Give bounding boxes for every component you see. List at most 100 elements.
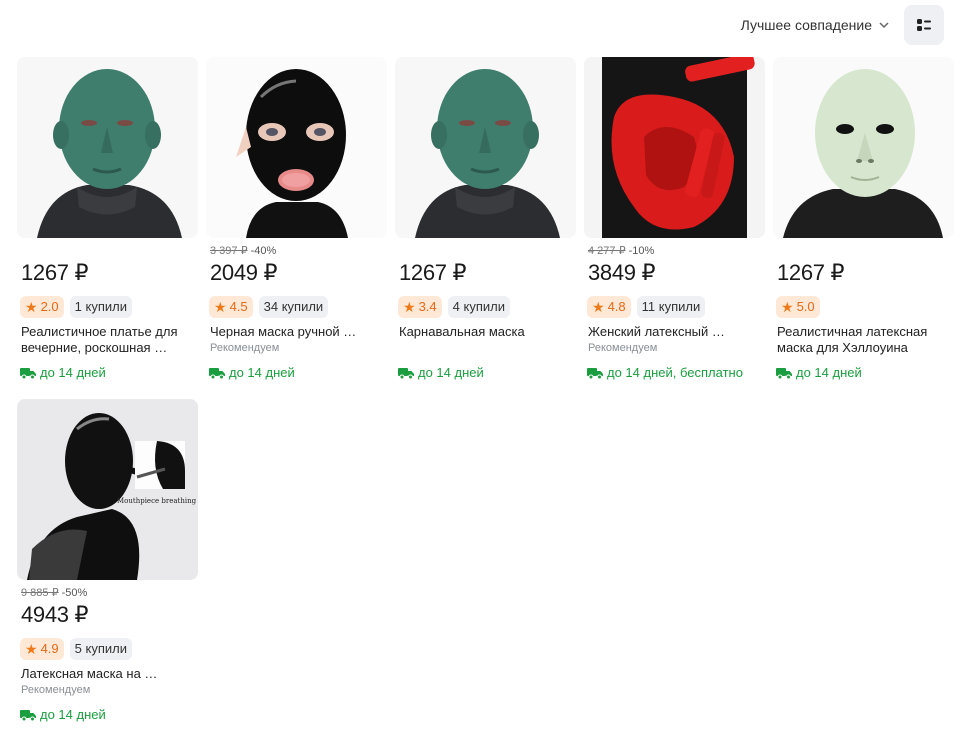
star-icon: ★ — [403, 299, 416, 315]
rating-value: 3.4 — [418, 299, 437, 314]
rating-value: 4.5 — [229, 299, 248, 314]
black-latex-hood-image — [206, 57, 387, 238]
delivery-text: до 14 дней — [229, 365, 295, 380]
black-hood-breathing-tube-image — [17, 399, 198, 580]
star-icon: ★ — [25, 299, 38, 315]
product-title[interactable]: Женский латексный … — [588, 324, 765, 340]
product-image[interactable] — [17, 57, 198, 238]
discount: -40% — [250, 245, 277, 257]
product-title-wrap[interactable]: Латексная маска на … — [17, 666, 198, 682]
product-meta: ★ 2.0 1 купили — [17, 296, 198, 318]
delivery-text: до 14 дней, бесплатно — [607, 365, 743, 380]
product-price: 3849 ₽ — [588, 260, 656, 285]
price-block: 1267 ₽ — [395, 244, 576, 286]
product-meta: ★ 4.8 11 купили — [584, 296, 765, 318]
product-title-wrap[interactable]: Женский латексный … — [584, 324, 765, 340]
recommended-label: Рекомендуем — [210, 342, 280, 354]
product-title[interactable]: Реалистичная латексная маска для Хэллоуи… — [773, 324, 954, 356]
product-meta: ★ 4.9 5 купили — [17, 638, 198, 660]
product-meta: ★ 4.5 34 купили — [206, 296, 387, 318]
green-face-mask-image — [17, 57, 198, 238]
price-block: 1267 ₽ — [17, 244, 198, 286]
rating-badge: ★ 5.0 — [776, 296, 820, 318]
delivery-info: до 14 дней — [17, 707, 198, 722]
truck-icon — [398, 367, 414, 379]
purchases-badge: 1 купили — [69, 296, 132, 318]
sort-label: Лучшее совпадение — [740, 17, 872, 33]
product-image[interactable] — [206, 57, 387, 238]
recommended-label: Рекомендуем — [21, 684, 91, 696]
product-image[interactable] — [584, 57, 765, 238]
price-block: 4 277 ₽ -10% 3849 ₽ — [584, 244, 765, 286]
product-card[interactable]: 4 277 ₽ -10% 3849 ₽ ★ 4.8 11 купили Женски… — [584, 57, 765, 387]
purchases-badge: 5 купили — [69, 638, 132, 660]
delivery-text: до 14 дней — [40, 365, 106, 380]
product-card[interactable]: 1267 ₽ ★ 5.0 Реалистичная латексная маска… — [773, 57, 954, 387]
delivery-text: до 14 дней — [40, 707, 106, 722]
price-block: 9 885 ₽ -50% 4943 ₽ — [17, 586, 198, 628]
delivery-info: до 14 дней — [17, 365, 198, 380]
rating-value: 5.0 — [796, 299, 815, 314]
delivery-text: до 14 дней — [796, 365, 862, 380]
product-title-wrap[interactable]: Черная маска ручной … — [206, 324, 387, 340]
product-image[interactable]: Mouthpiece breathing tube — [17, 399, 198, 580]
product-price: 1267 ₽ — [777, 260, 845, 285]
product-price: 1267 ₽ — [21, 260, 89, 285]
recommended-label: Рекомендуем — [588, 342, 658, 354]
truck-icon — [20, 709, 36, 721]
product-price: 4943 ₽ — [21, 602, 89, 627]
product-title[interactable]: Реалистичное платье для вечерние, роскош… — [17, 324, 198, 356]
red-mouthpiece-image — [584, 57, 765, 238]
price-block: 1267 ₽ — [773, 244, 954, 286]
purchases-badge: 34 купили — [258, 296, 329, 318]
discount: -50% — [61, 587, 88, 599]
delivery-text: до 14 дней — [418, 365, 484, 380]
rating-value: 4.9 — [40, 641, 59, 656]
star-icon: ★ — [592, 299, 605, 315]
sort-bar: Лучшее совпадение — [741, 5, 944, 45]
rating-value: 4.8 — [607, 299, 626, 314]
product-grid: 1267 ₽ ★ 2.0 1 купили Реалистичное платье… — [17, 57, 954, 729]
image-caption: Mouthpiece breathing tube — [117, 497, 198, 505]
product-title[interactable]: Латексная маска на … — [21, 666, 198, 682]
rating-badge: ★ 2.0 — [20, 296, 64, 318]
product-meta: ★ 5.0 — [773, 296, 954, 318]
old-price-row: 3 397 ₽ -40% — [210, 244, 387, 258]
star-icon: ★ — [214, 299, 227, 315]
rating-value: 2.0 — [40, 299, 59, 314]
pale-face-mask-image — [773, 57, 954, 238]
star-icon: ★ — [781, 299, 794, 315]
product-image[interactable] — [773, 57, 954, 238]
purchases-badge: 4 купили — [447, 296, 510, 318]
product-title[interactable]: Карнавальная маска — [395, 324, 576, 356]
view-toggle-button[interactable] — [904, 5, 944, 45]
truck-icon — [587, 367, 603, 379]
rating-badge: ★ 4.9 — [20, 638, 64, 660]
list-view-icon — [917, 19, 931, 31]
product-title[interactable]: Черная маска ручной … — [210, 324, 387, 340]
star-icon: ★ — [25, 641, 38, 657]
chevron-down-icon — [879, 22, 889, 29]
rating-badge: ★ 3.4 — [398, 296, 442, 318]
discount: -10% — [628, 245, 655, 257]
old-price-row: 9 885 ₽ -50% — [21, 586, 198, 600]
delivery-info: до 14 дней — [206, 365, 387, 380]
product-card[interactable]: 1267 ₽ ★ 2.0 1 купили Реалистичное платье… — [17, 57, 198, 387]
purchases-badge: 11 купили — [636, 296, 706, 318]
product-card[interactable]: Mouthpiece breathing tube 9 885 ₽-50% 49… — [17, 399, 198, 729]
delivery-info: до 14 дней — [395, 365, 576, 380]
old-price: 9 885 ₽ — [21, 587, 59, 599]
product-card[interactable]: 1267 ₽ ★ 3.4 4 купили Карнавальная маска … — [395, 57, 576, 387]
truck-icon — [20, 367, 36, 379]
old-price: 4 277 ₽ — [588, 245, 626, 257]
product-card[interactable]: 3 397 ₽ -40% 2049 ₽ ★ 4.5 34 купили Черная… — [206, 57, 387, 387]
rating-badge: ★ 4.8 — [587, 296, 631, 318]
product-price: 1267 ₽ — [399, 260, 467, 285]
price-block: 3 397 ₽ -40% 2049 ₽ — [206, 244, 387, 286]
old-price-row: 4 277 ₽ -10% — [588, 244, 765, 258]
rating-badge: ★ 4.5 — [209, 296, 253, 318]
product-image[interactable] — [395, 57, 576, 238]
truck-icon — [776, 367, 792, 379]
delivery-info: до 14 дней, бесплатно — [584, 365, 765, 380]
sort-dropdown[interactable]: Лучшее совпадение — [741, 17, 890, 33]
